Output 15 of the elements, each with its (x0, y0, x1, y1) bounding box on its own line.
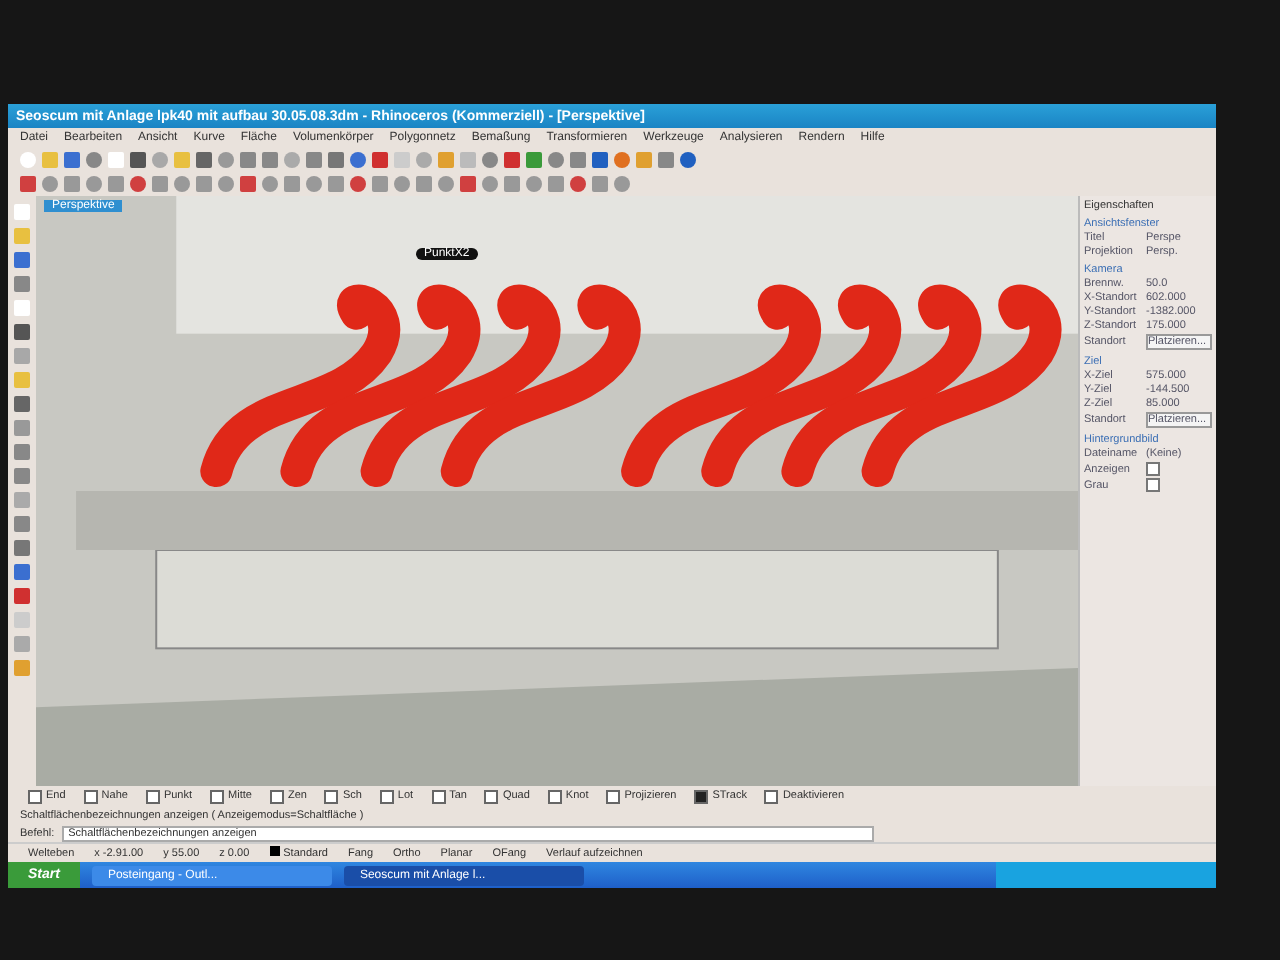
snap-checkbox[interactable] (484, 789, 499, 803)
snap-checkbox[interactable] (431, 789, 446, 803)
checkbox[interactable] (1146, 462, 1160, 476)
snap-checkbox[interactable] (379, 789, 394, 803)
snap-checkbox[interactable] (210, 789, 225, 803)
snap-checkbox[interactable] (83, 789, 98, 803)
snap-checkbox[interactable] (764, 789, 779, 803)
snap-checkbox[interactable] (606, 789, 621, 803)
snap-checkbox[interactable] (28, 789, 42, 803)
snap-checkbox[interactable] (145, 789, 160, 803)
snap-checkbox[interactable] (269, 789, 284, 803)
snap-checkbox[interactable] (694, 789, 709, 803)
snap-checkbox[interactable] (547, 789, 562, 803)
snap-checkbox[interactable] (324, 789, 339, 803)
checkbox[interactable] (1146, 478, 1160, 492)
